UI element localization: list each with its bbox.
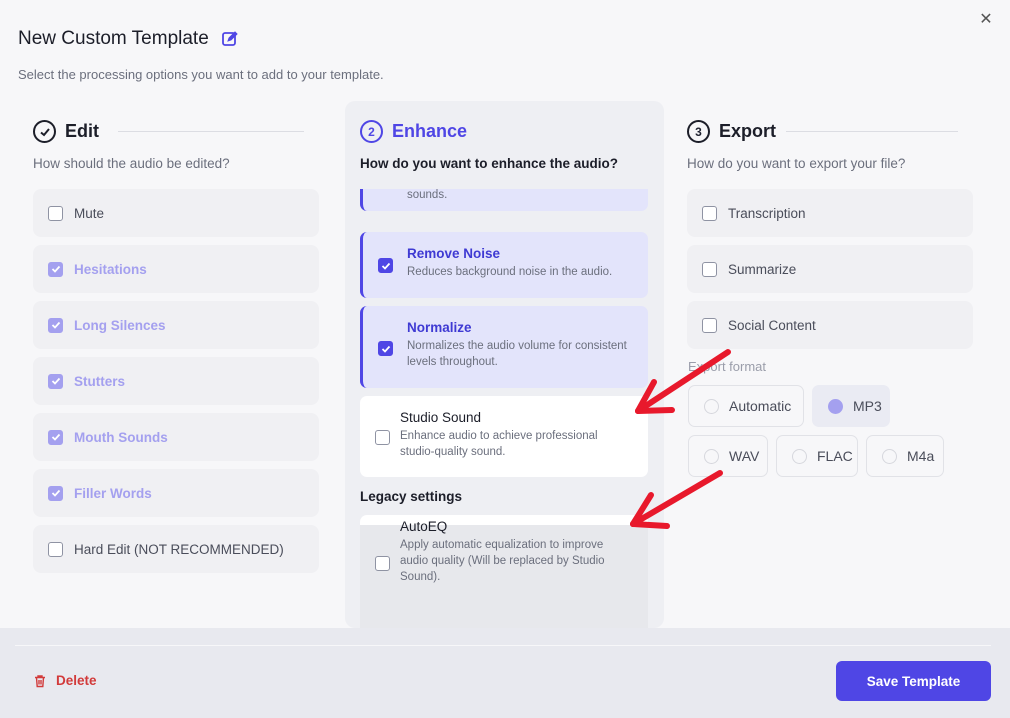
normalize-card[interactable]: Normalize Normalizes the audio volume fo…	[360, 306, 648, 388]
title-row: New Custom Template	[18, 28, 239, 50]
delete-label: Delete	[56, 673, 97, 688]
edit-option[interactable]: Hard Edit (NOT RECOMMENDED)	[33, 525, 319, 573]
new-template-modal: ✕ New Custom Template Select the process…	[0, 0, 1010, 718]
checkbox[interactable]	[48, 205, 63, 221]
edit-option[interactable]: Hesitations	[33, 245, 319, 293]
edit-option[interactable]: Mouth Sounds	[33, 413, 319, 461]
checkbox[interactable]	[48, 429, 63, 445]
option-label: Hesitations	[74, 261, 147, 277]
divider	[15, 645, 991, 646]
radio[interactable]	[704, 398, 719, 414]
checkbox[interactable]	[702, 261, 717, 277]
edit-option[interactable]: Long Silences	[33, 301, 319, 349]
modal-footer: Delete Save Template	[0, 628, 1010, 718]
checkbox[interactable]	[48, 541, 63, 557]
export-option[interactable]: Summarize	[687, 245, 973, 293]
enhance-question: How do you want to enhance the audio?	[360, 156, 619, 171]
check-circle-icon	[33, 120, 56, 143]
card-desc: Enhance audio to achieve professional st…	[400, 430, 598, 458]
edit-title: Edit	[65, 121, 99, 141]
card-title: Studio Sound	[400, 410, 482, 425]
card-title: AutoEQ	[400, 519, 448, 534]
format-label: WAV	[729, 448, 760, 464]
checkbox[interactable]	[375, 556, 390, 571]
option-label: Social Content	[728, 317, 816, 333]
edit-header: Edit	[33, 120, 99, 143]
checkbox[interactable]	[702, 205, 717, 221]
option-label: Hard Edit (NOT RECOMMENDED)	[74, 541, 284, 557]
step-badge: 3	[687, 120, 710, 143]
option-label: Mute	[74, 205, 105, 221]
checkbox[interactable]	[48, 485, 63, 501]
card-desc: Reduces background noise in the audio.	[407, 266, 613, 278]
export-title: Export	[719, 121, 777, 141]
option-label: Long Silences	[74, 317, 166, 333]
enhance-title: Enhance	[392, 121, 468, 141]
radio[interactable]	[882, 448, 897, 464]
checkbox[interactable]	[48, 373, 63, 389]
radio[interactable]	[828, 398, 843, 414]
radio[interactable]	[704, 448, 719, 464]
close-icon[interactable]: ✕	[976, 10, 996, 30]
card-title: Remove Noise	[407, 246, 501, 261]
trash-icon	[35, 674, 45, 687]
save-template-button[interactable]: Save Template	[836, 661, 991, 701]
checkbox[interactable]	[48, 261, 63, 277]
format-option[interactable]: MP3	[812, 385, 890, 427]
option-label: Mouth Sounds	[74, 429, 168, 445]
format-option[interactable]: M4a	[866, 435, 944, 477]
edit-pencil-icon[interactable]	[221, 30, 239, 48]
checkbox[interactable]	[375, 430, 390, 445]
card-desc: Apply automatic equalization to improve …	[400, 539, 605, 583]
option-label: Stutters	[74, 373, 126, 389]
divider	[786, 131, 958, 132]
enhance-column: 2 Enhance How do you want to enhance the…	[345, 101, 664, 628]
modal-subtitle: Select the processing options you want t…	[18, 67, 384, 82]
option-label: Filler Words	[74, 485, 152, 501]
legacy-settings-label: Legacy settings	[360, 489, 463, 504]
edit-option[interactable]: Stutters	[33, 357, 319, 405]
format-option[interactable]: FLAC	[776, 435, 858, 477]
format-label: MP3	[853, 398, 882, 414]
edit-option[interactable]: Mute	[33, 189, 319, 237]
enhance-header: 2 Enhance	[360, 120, 467, 143]
step-badge: 2	[360, 120, 383, 143]
divider	[118, 131, 304, 132]
card-title: Normalize	[407, 320, 472, 335]
enhance-scroll-area[interactable]: sounds. Remove Noise Reduces background …	[360, 189, 649, 628]
export-format-label: Export format	[688, 359, 767, 374]
format-option[interactable]: Automatic	[688, 385, 804, 427]
format-label: Automatic	[729, 398, 792, 414]
export-option[interactable]: Social Content	[687, 301, 973, 349]
studio-sound-card[interactable]: Studio Sound Enhance audio to achieve pr…	[360, 396, 648, 477]
checkbox[interactable]	[702, 317, 717, 333]
card-desc: sounds.	[407, 189, 448, 201]
option-label: Summarize	[728, 261, 797, 277]
checkbox[interactable]	[378, 258, 393, 273]
delete-button[interactable]: Delete	[33, 673, 97, 688]
format-label: M4a	[907, 448, 935, 464]
checkbox[interactable]	[48, 317, 63, 333]
format-label: FLAC	[817, 448, 853, 464]
edit-question: How should the audio be edited?	[33, 156, 230, 171]
checkbox[interactable]	[378, 341, 393, 356]
autoeq-card[interactable]: AutoEQ Apply automatic equalization to i…	[360, 515, 648, 628]
format-option[interactable]: WAV	[688, 435, 768, 477]
export-option[interactable]: Transcription	[687, 189, 973, 237]
card-desc: Normalizes the audio volume for consiste…	[407, 340, 627, 368]
modal-title: New Custom Template	[18, 28, 209, 49]
export-header: 3 Export	[687, 120, 776, 143]
export-question: How do you want to export your file?	[687, 156, 906, 171]
radio[interactable]	[792, 448, 807, 464]
option-label: Transcription	[728, 205, 806, 221]
edit-option[interactable]: Filler Words	[33, 469, 319, 517]
remove-noise-card[interactable]: Remove Noise Reduces background noise in…	[360, 232, 648, 298]
enhance-card-partial[interactable]: sounds.	[360, 189, 648, 211]
